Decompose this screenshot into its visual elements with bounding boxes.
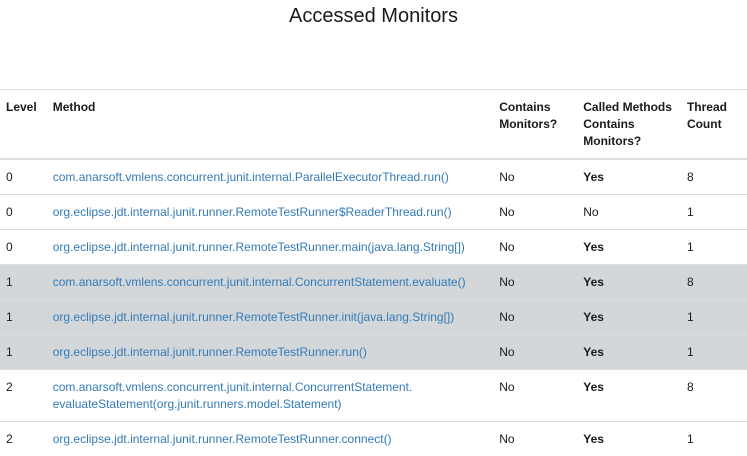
cell-called-contains-monitors: Yes: [577, 230, 681, 265]
cell-called-contains-monitors: Yes: [577, 370, 681, 422]
cell-thread-count: 1: [681, 335, 747, 370]
page-title: Accessed Monitors: [0, 4, 747, 28]
cell-thread-count: 8: [681, 159, 747, 195]
cell-method: org.eclipse.jdt.internal.junit.runner.Re…: [47, 335, 494, 370]
table-row: 1 com.anarsoft.vmlens.concurrent.junit.in…: [0, 265, 747, 300]
method-link[interactable]: org.eclipse.jdt.internal.junit.runner.Re…: [53, 432, 392, 446]
cell-contains-monitors: No: [493, 422, 577, 456]
cell-thread-count: 8: [681, 265, 747, 300]
method-link[interactable]: org.eclipse.jdt.internal.junit.runner.Re…: [53, 310, 455, 324]
cell-contains-monitors: No: [493, 195, 577, 230]
method-link-text: org.eclipse.jdt.internal.junit.runner.Re…: [53, 240, 465, 254]
cell-method: org.eclipse.jdt.internal.junit.runner.Re…: [47, 300, 494, 335]
method-link-text: org.eclipse.jdt.internal.junit.runner.Re…: [53, 345, 367, 359]
header-called-line2: Contains: [583, 117, 634, 131]
method-link-text: com.anarsoft.vmlens.concurrent.junit.int…: [53, 275, 466, 289]
header-contains-line1: Contains: [499, 100, 550, 114]
header-called-line1: Called Methods: [583, 100, 672, 114]
header-contains-monitors: Contains Monitors?: [493, 90, 577, 160]
cell-method: org.eclipse.jdt.internal.junit.runner.Re…: [47, 195, 494, 230]
method-link-text: com.anarsoft.vmlens.concurrent.junit.int…: [53, 380, 413, 394]
table-body: 0 com.anarsoft.vmlens.concurrent.junit.in…: [0, 159, 747, 456]
cell-level: 2: [0, 370, 47, 422]
table-header-row: Level Method Contains Monitors? Called M…: [0, 90, 747, 160]
cell-called-contains-monitors: Yes: [577, 422, 681, 456]
cell-level: 1: [0, 300, 47, 335]
cell-method: org.eclipse.jdt.internal.junit.runner.Re…: [47, 230, 494, 265]
table-row: 1 org.eclipse.jdt.internal.junit.runner.R…: [0, 335, 747, 370]
cell-method: org.eclipse.jdt.internal.junit.runner.Re…: [47, 422, 494, 456]
table-row: 0 org.eclipse.jdt.internal.junit.runner.R…: [0, 195, 747, 230]
cell-contains-monitors: No: [493, 159, 577, 195]
cell-thread-count: 1: [681, 300, 747, 335]
cell-contains-monitors: No: [493, 370, 577, 422]
cell-thread-count: 1: [681, 230, 747, 265]
method-link-text-line2: evaluateStatement(org.junit.runners.mode…: [53, 397, 342, 411]
cell-level: 0: [0, 159, 47, 195]
header-called-methods: Called Methods Contains Monitors?: [577, 90, 681, 160]
cell-contains-monitors: No: [493, 300, 577, 335]
cell-thread-count: 8: [681, 370, 747, 422]
table-row: 1 org.eclipse.jdt.internal.junit.runner.R…: [0, 300, 747, 335]
cell-level: 1: [0, 335, 47, 370]
table-row: 0 com.anarsoft.vmlens.concurrent.junit.in…: [0, 159, 747, 195]
cell-level: 2: [0, 422, 47, 456]
table-row: 2 org.eclipse.jdt.internal.junit.runner.R…: [0, 422, 747, 456]
table-row: 2 com.anarsoft.vmlens.concurrent.junit.in…: [0, 370, 747, 422]
cell-called-contains-monitors: Yes: [577, 159, 681, 195]
cell-level: 0: [0, 230, 47, 265]
method-link[interactable]: org.eclipse.jdt.internal.junit.runner.Re…: [53, 205, 452, 219]
cell-level: 0: [0, 195, 47, 230]
method-link[interactable]: com.anarsoft.vmlens.concurrent.junit.int…: [53, 170, 449, 184]
header-called-line3: Monitors?: [583, 134, 641, 148]
method-link-text: org.eclipse.jdt.internal.junit.runner.Re…: [53, 432, 392, 446]
cell-called-contains-monitors: Yes: [577, 265, 681, 300]
method-link[interactable]: com.anarsoft.vmlens.concurrent.junit.int…: [53, 380, 413, 411]
header-method: Method: [47, 90, 494, 160]
method-link[interactable]: com.anarsoft.vmlens.concurrent.junit.int…: [53, 275, 466, 289]
cell-called-contains-monitors: Yes: [577, 335, 681, 370]
header-contains-line2: Monitors?: [499, 117, 557, 131]
cell-method: com.anarsoft.vmlens.concurrent.junit.int…: [47, 159, 494, 195]
table-row: 0 org.eclipse.jdt.internal.junit.runner.R…: [0, 230, 747, 265]
method-link-text: org.eclipse.jdt.internal.junit.runner.Re…: [53, 205, 452, 219]
cell-level: 1: [0, 265, 47, 300]
cell-called-contains-monitors: Yes: [577, 300, 681, 335]
header-thread-line2: Count: [687, 117, 722, 131]
cell-thread-count: 1: [681, 422, 747, 456]
cell-called-contains-monitors: No: [577, 195, 681, 230]
cell-method: com.anarsoft.vmlens.concurrent.junit.int…: [47, 265, 494, 300]
monitors-table: Level Method Contains Monitors? Called M…: [0, 89, 747, 456]
cell-contains-monitors: No: [493, 265, 577, 300]
method-link[interactable]: org.eclipse.jdt.internal.junit.runner.Re…: [53, 240, 465, 254]
cell-contains-monitors: No: [493, 230, 577, 265]
cell-contains-monitors: No: [493, 335, 577, 370]
header-thread-line1: Thread: [687, 100, 727, 114]
method-link-text: com.anarsoft.vmlens.concurrent.junit.int…: [53, 170, 449, 184]
method-link-text: org.eclipse.jdt.internal.junit.runner.Re…: [53, 310, 455, 324]
header-thread-count: Thread Count: [681, 90, 747, 160]
method-link[interactable]: org.eclipse.jdt.internal.junit.runner.Re…: [53, 345, 367, 359]
cell-method: com.anarsoft.vmlens.concurrent.junit.int…: [47, 370, 494, 422]
header-level: Level: [0, 90, 47, 160]
cell-thread-count: 1: [681, 195, 747, 230]
